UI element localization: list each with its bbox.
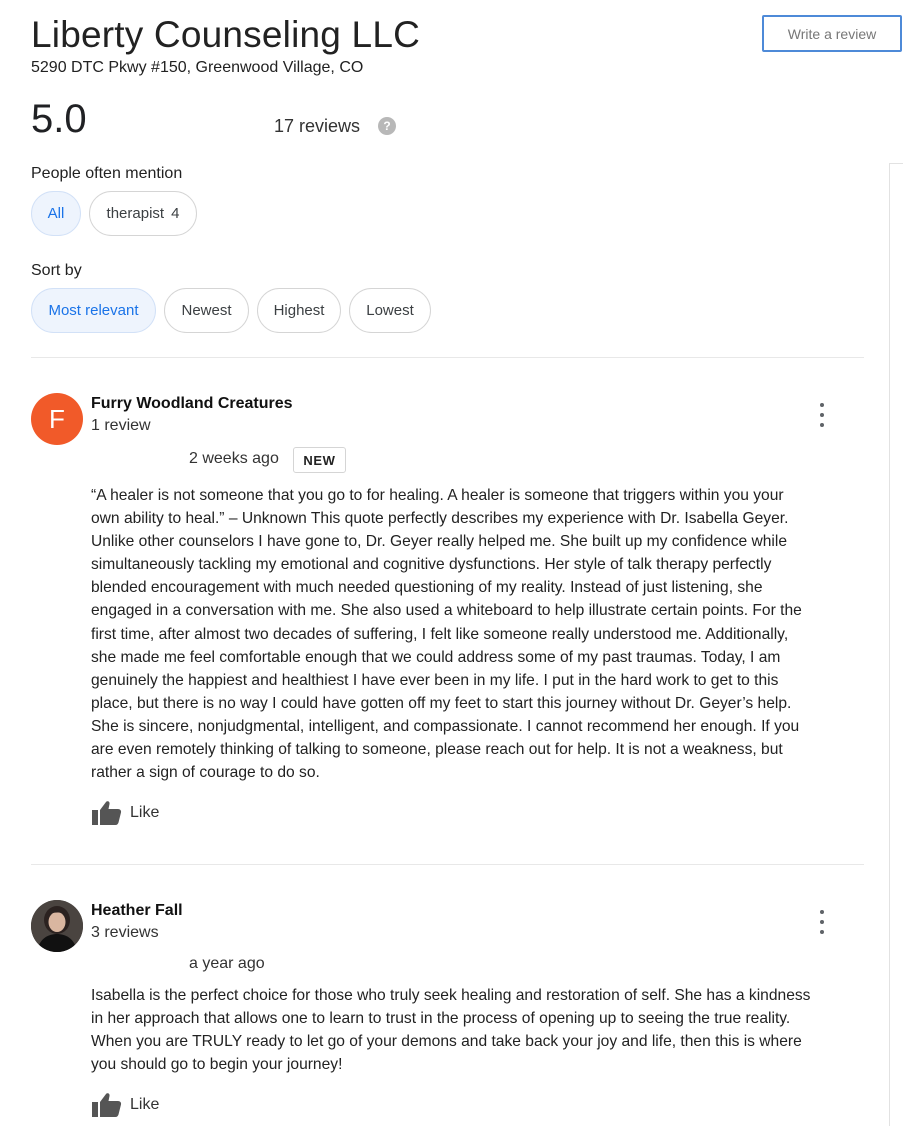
review-text-line: first time, after almost two decades of … [91, 625, 789, 643]
review-text-line: rather a sign of courage to do so. [91, 764, 320, 782]
reviewer-review-count[interactable]: 1 review [91, 417, 151, 435]
mention-chip-therapist[interactable]: therapist 4 [89, 191, 197, 236]
business-address: 5290 DTC Pkwy #150, Greenwood Village, C… [31, 59, 364, 76]
review-text-line: Isabella is the perfect choice for those… [91, 987, 811, 1004]
profile-photo-image [31, 900, 83, 952]
review-text-line: “A healer is not someone that you go to … [91, 487, 784, 504]
new-badge: NEW [293, 447, 346, 473]
thumbs-up-icon [92, 1093, 122, 1117]
reviewer-name[interactable]: Furry Woodland Creatures [91, 395, 293, 413]
mention-chip-count: 4 [171, 205, 180, 222]
sort-most-relevant[interactable]: Most relevant [31, 288, 156, 333]
review-text-line: simultaneously tackling my emotional and… [91, 556, 772, 574]
review-text-line: She is sincere, nonjudgmental, intellige… [91, 717, 800, 735]
review-text-line: are even remotely thinking of talking to… [91, 741, 783, 759]
sort-label: Sort by [31, 262, 82, 279]
review-text-line: in her approach that allows one to learn… [91, 1010, 791, 1028]
reviewer-avatar-photo[interactable] [31, 900, 83, 952]
review-text-line: genuinely the happiest and healthiest I … [91, 671, 779, 689]
review-text: “A healer is not someone that you go to … [91, 484, 871, 784]
review-time: a year ago [189, 955, 265, 972]
average-rating: 5.0 [31, 97, 87, 141]
avatar-letter: F [49, 403, 65, 434]
sort-newest[interactable]: Newest [164, 288, 249, 333]
review-count: 17 reviews [274, 116, 361, 136]
review-text-line: Unlike other counselors I have gone to, … [91, 533, 788, 551]
sort-lowest[interactable]: Lowest [349, 288, 431, 333]
review-text-line: When you are TRULY ready to let go of yo… [91, 1033, 802, 1051]
business-title: Liberty Counseling LLC [31, 14, 421, 55]
like-button[interactable]: Like [92, 800, 159, 826]
more-options-icon[interactable] [813, 910, 831, 934]
mention-chip-label: All [47, 205, 65, 222]
review-text-line: blended encouragement with much needed q… [91, 579, 763, 597]
sort-option-label: Lowest [366, 302, 414, 319]
review-text-line: own ability to heal.” – Unknown This quo… [91, 510, 789, 528]
review-text-line: engaged in a conversation with me. She a… [91, 602, 802, 620]
divider [31, 357, 864, 358]
more-options-icon[interactable] [813, 403, 831, 427]
review-text: Isabella is the perfect choice for those… [91, 984, 871, 1076]
write-review-button[interactable]: Write a review [762, 15, 902, 52]
like-label: Like [130, 1096, 160, 1113]
like-label: Like [130, 804, 160, 821]
review-text-line: she made me feel comfortable enough that… [91, 648, 781, 666]
reviewer-review-count[interactable]: 3 reviews [91, 924, 159, 942]
thumbs-up-icon [92, 801, 122, 825]
reviewer-name[interactable]: Heather Fall [91, 902, 183, 920]
divider [31, 864, 864, 865]
reviewer-avatar[interactable]: F [31, 393, 83, 445]
like-button[interactable]: Like [92, 1092, 159, 1118]
sort-option-label: Most relevant [48, 302, 139, 319]
help-icon[interactable]: ? [378, 117, 396, 135]
mention-chip-all[interactable]: All [31, 191, 81, 236]
review-text-line: you should go to begin your journey! [91, 1056, 343, 1074]
sort-option-label: Newest [181, 302, 232, 319]
scrollbar-track[interactable] [889, 163, 903, 1126]
mention-chip-label: therapist [106, 205, 165, 222]
review-text-line: place, but there is no way I could have … [91, 694, 792, 712]
sort-highest[interactable]: Highest [257, 288, 341, 333]
review-time: 2 weeks ago [189, 450, 279, 467]
mentions-label: People often mention [31, 165, 183, 182]
sort-option-label: Highest [273, 302, 325, 319]
